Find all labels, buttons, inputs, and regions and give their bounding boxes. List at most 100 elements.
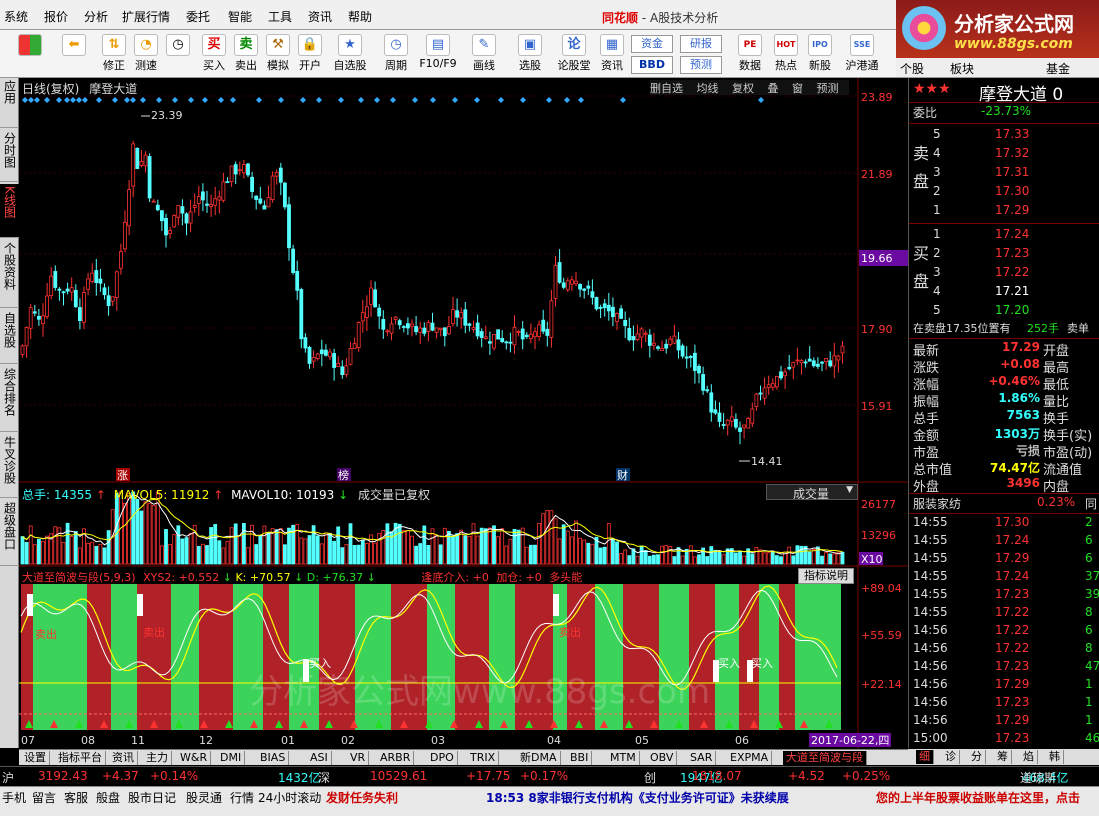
sell-button[interactable]: 卖卖出 (230, 32, 262, 76)
draw-line-button[interactable]: ✎ 画线 (466, 32, 502, 76)
back-button[interactable]: ⬅ (58, 32, 90, 76)
indicator-tab[interactable]: 指标平台 (55, 751, 106, 765)
index-name[interactable]: 深 (318, 769, 330, 786)
menu-trade[interactable]: 委托 (186, 8, 210, 25)
status-news-1[interactable]: 发财任务失利 (326, 789, 398, 806)
research-button[interactable]: 研报 (680, 35, 722, 53)
indicator-tab[interactable]: BIAS (257, 751, 290, 765)
menu-smart[interactable]: 智能 (228, 8, 252, 25)
ipo-button[interactable]: IPO 新股 (804, 32, 836, 76)
ask-row[interactable]: 1 17.29 (909, 203, 1099, 221)
stock-screen-button[interactable]: ▣ 选股 (512, 32, 548, 76)
indicator-tab[interactable]: DMI (217, 751, 246, 765)
left-tab-super-orderbook[interactable]: 超级盘口 (0, 500, 19, 566)
bid-row[interactable]: 1 17.24 (909, 227, 1099, 245)
f10-button[interactable]: ▤ F10/F9 (416, 32, 460, 76)
bid-row[interactable]: 2 17.23 (909, 246, 1099, 264)
left-tab-profile[interactable]: 个股资料 (0, 240, 19, 308)
volume-indicator-select[interactable]: 成交量 ▼ (766, 484, 858, 501)
bid-row[interactable]: 5 17.20 (909, 303, 1099, 321)
status-pan[interactable]: 般盘 (96, 789, 120, 806)
news-button[interactable]: ▦ 资讯 (596, 32, 628, 76)
indicator-tab[interactable]: DPO (427, 751, 458, 765)
indicator-tab[interactable]: MTM (607, 751, 640, 765)
tool-adjust[interactable]: 复权 (732, 82, 754, 95)
speed-test-button[interactable]: ◔ 测速 (130, 32, 162, 76)
tab-fund[interactable]: 基金 (1046, 60, 1070, 77)
status-scroll[interactable]: 24小时滚动 (258, 789, 321, 806)
index-name[interactable]: 沪 (2, 769, 14, 786)
marker-bang[interactable]: 榜 (337, 468, 351, 482)
indicator-help-button[interactable]: 指标说明 (798, 568, 854, 584)
marker-cai[interactable]: 财 (616, 468, 630, 482)
layout-button[interactable] (14, 32, 46, 76)
hot-button[interactable]: HOT 热点 (770, 32, 802, 76)
tool-forecast[interactable]: 预测 (817, 82, 839, 95)
open-account-button[interactable]: 🔒 开户 (294, 32, 326, 76)
buy-button[interactable]: 买买入 (198, 32, 230, 76)
menu-news[interactable]: 资讯 (308, 8, 332, 25)
indicator-tab[interactable]: 资讯 (109, 751, 138, 765)
left-tab-apps[interactable]: 应用 (0, 78, 19, 128)
indicator-tab[interactable]: 大道至简波与段 (783, 751, 867, 765)
watchlist-button[interactable]: ★ 自选股 (330, 32, 370, 76)
left-tab-kline[interactable]: K线图 (0, 184, 19, 238)
bbd-button[interactable]: BBD (631, 56, 673, 74)
indicator-tab[interactable]: 新DMA (517, 751, 561, 765)
fund-flow-button[interactable]: 资金 (631, 35, 673, 53)
indicator-tab[interactable]: W&R (177, 751, 212, 765)
indicator-tab[interactable]: 设置 (21, 751, 50, 765)
correct-button[interactable]: ⇅ 修正 (98, 32, 130, 76)
indicator-name[interactable]: 大道至简波与段(5,9,3) (22, 571, 136, 584)
bid-row[interactable]: 3 17.22 (909, 265, 1099, 283)
indicator-tab[interactable]: OBV (647, 751, 678, 765)
clock-button[interactable]: ◷ (162, 32, 194, 76)
marker-zhang[interactable]: 涨 (116, 468, 130, 482)
sector-row[interactable]: 服装家纺 0.23% 同 (909, 495, 1099, 513)
simulate-button[interactable]: ⚒ 模拟 (262, 32, 294, 76)
indicator-tab[interactable]: ASI (307, 751, 332, 765)
kline-period[interactable]: 日线(复权) (22, 82, 79, 96)
menu-analysis[interactable]: 分析 (84, 8, 108, 25)
index-name[interactable]: 创 (644, 769, 656, 786)
status-diary[interactable]: 股市日记 (128, 789, 176, 806)
period-button[interactable]: ◷ 周期 (376, 32, 416, 76)
ask-row[interactable]: 5 17.33 (909, 127, 1099, 145)
left-tab-timeshare[interactable]: 分时图 (0, 130, 19, 182)
indicator-tab[interactable]: ARBR (377, 751, 415, 765)
ask-row[interactable]: 3 17.31 (909, 165, 1099, 183)
status-quote[interactable]: 行情 (230, 789, 254, 806)
right-tab[interactable]: 筹 (994, 750, 1012, 764)
status-news-2[interactable]: 18:53 8家非银行支付机构《支付业务许可证》未获续展 (486, 789, 789, 806)
status-service[interactable]: 客服 (64, 789, 88, 806)
data-button[interactable]: PE 数据 (734, 32, 766, 76)
ask-row[interactable]: 4 17.32 (909, 146, 1099, 164)
indicator-tab[interactable]: EXPMA (727, 751, 773, 765)
status-message[interactable]: 留言 (32, 789, 56, 806)
tool-overlay[interactable]: 叠 (768, 82, 779, 95)
bid-row[interactable]: 4 17.21 (909, 284, 1099, 302)
right-tab[interactable]: 韩 (1046, 750, 1064, 764)
menu-tools[interactable]: 工具 (268, 8, 292, 25)
forecast-button[interactable]: 预测 (680, 56, 722, 74)
index-name[interactable]: 道琼斯 (1020, 769, 1056, 786)
tool-ma[interactable]: 均线 (697, 82, 719, 95)
tab-sector[interactable]: 板块 (950, 60, 974, 77)
ask-row[interactable]: 2 17.30 (909, 184, 1099, 202)
left-tab-ranking[interactable]: 综合排名 (0, 366, 19, 432)
indicator-tab[interactable]: SAR (687, 751, 717, 765)
status-mobile[interactable]: 手机 (2, 789, 26, 806)
right-tab[interactable]: 细 (916, 750, 934, 764)
tool-window[interactable]: 窗 (792, 82, 803, 95)
indicator-tab[interactable]: BBI (567, 751, 593, 765)
status-tongling[interactable]: 股灵通 (186, 789, 222, 806)
tab-stock[interactable]: 个股 (900, 60, 924, 77)
hk-connect-button[interactable]: SSE 沪港通 (842, 32, 882, 76)
forum-button[interactable]: 论论股堂 (554, 32, 594, 76)
left-tab-watchlist[interactable]: 自选股 (0, 310, 19, 364)
menu-help[interactable]: 帮助 (348, 8, 372, 25)
status-news-3[interactable]: 您的上半年股票收益账单在这里，点击 (876, 789, 1099, 806)
indicator-tab[interactable]: 主力 (143, 751, 172, 765)
indicator-tab[interactable]: TRIX (467, 751, 500, 765)
left-tab-diagnose[interactable]: 牛叉诊股 (0, 434, 19, 498)
